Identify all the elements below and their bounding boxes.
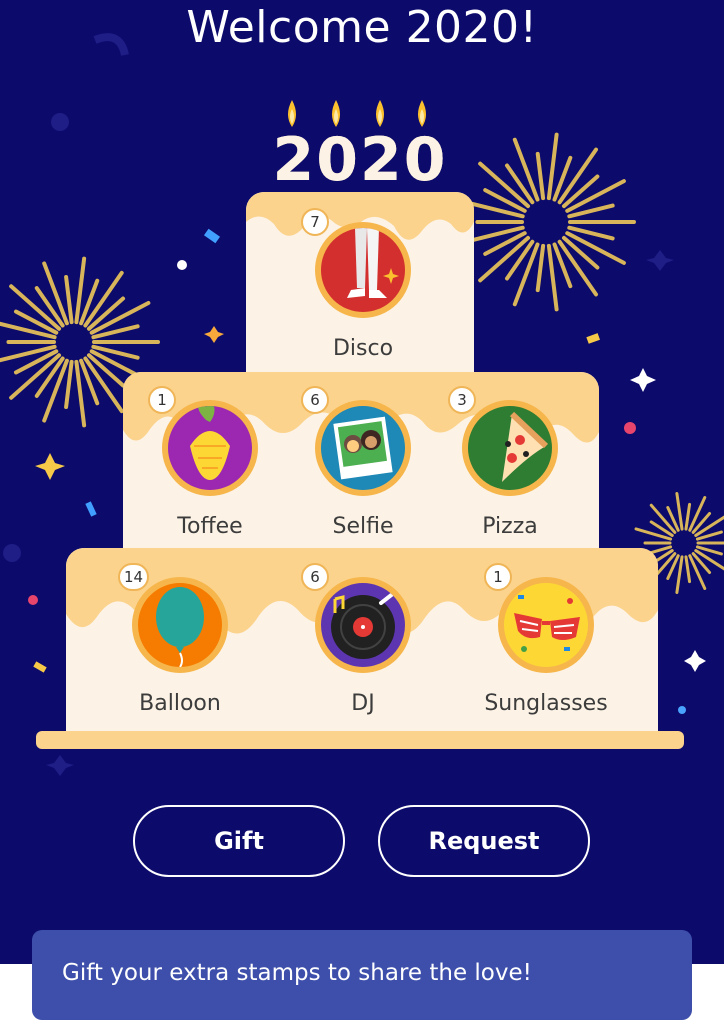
balloon-icon <box>132 577 228 673</box>
stamp-pizza[interactable]: 3 Pizza <box>448 386 570 580</box>
stamp-balloon[interactable]: 14 Balloon <box>118 563 240 757</box>
snackbar: Gift your extra stamps to share the love… <box>32 930 692 1020</box>
stamp-count-badge: 6 <box>301 386 329 414</box>
stamp-label: DJ <box>351 691 375 716</box>
stamp-count-badge: 1 <box>148 386 176 414</box>
toffee-icon <box>162 400 258 496</box>
stamp-selfie[interactable]: 6 Selfie <box>301 386 423 580</box>
stamp-dj[interactable]: 6 DJ <box>301 563 423 757</box>
stamp-label: Balloon <box>139 691 221 716</box>
year-topper: 2020 <box>272 125 448 195</box>
selfie-icon <box>315 400 411 496</box>
sunglasses-icon <box>498 577 594 673</box>
stamp-count-badge: 6 <box>301 563 329 591</box>
stamp-sunglasses[interactable]: 1 Sunglasses <box>484 563 608 757</box>
stamp-disco[interactable]: 7 Disco <box>301 208 423 402</box>
stamp-count-badge: 3 <box>448 386 476 414</box>
stamp-label: Disco <box>332 336 394 361</box>
disco-icon <box>315 222 411 318</box>
request-button[interactable]: Request <box>378 805 590 877</box>
dj-record-icon <box>315 577 411 673</box>
pizza-icon <box>462 400 558 496</box>
stamp-count-badge: 14 <box>118 563 150 591</box>
page-title: Welcome 2020! <box>186 2 538 53</box>
stamp-label: Pizza <box>482 514 538 539</box>
stamp-label: Sunglasses <box>484 691 608 716</box>
snackbar-text: Gift your extra stamps to share the love… <box>62 960 532 986</box>
stamp-count-badge: 1 <box>484 563 512 591</box>
stamp-toffee[interactable]: 1 Toffee <box>148 386 270 580</box>
gift-button[interactable]: Gift <box>133 805 345 877</box>
stamp-count-badge: 7 <box>301 208 329 236</box>
